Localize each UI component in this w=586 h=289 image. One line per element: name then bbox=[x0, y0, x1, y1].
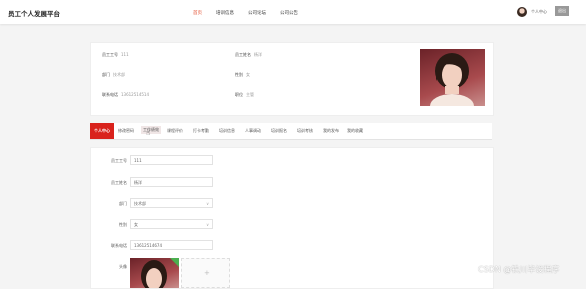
profile-field-gender: 性别女 bbox=[235, 72, 250, 77]
profile-field-position: 职位 主管 bbox=[235, 92, 254, 97]
watermark: CSDN @铁川毕设程序 bbox=[478, 265, 560, 274]
chevron-down-icon: ∨ bbox=[206, 201, 209, 206]
profile-field-department: 部门 技术部 bbox=[102, 72, 125, 77]
logout-button[interactable]: 退出 bbox=[555, 6, 569, 16]
profile-photo bbox=[420, 49, 485, 106]
tab-user-center[interactable]: 个人中心 bbox=[90, 123, 114, 139]
form-label-department: 部门 bbox=[119, 201, 127, 206]
user-center-link[interactable]: 个人中心 bbox=[531, 9, 547, 15]
tab-change-password[interactable]: 修改密码 bbox=[118, 128, 134, 134]
nav-forum[interactable]: 公司论坛 bbox=[248, 10, 266, 16]
employee-id-input[interactable]: 111 bbox=[130, 155, 213, 165]
portrait-image bbox=[430, 53, 474, 106]
profile-field-phone: 联系电话 13612514514 bbox=[102, 92, 149, 97]
tab-bar: 个人中心 修改密码 工作绩效 课程评价 打卡考勤 培训信息 人事调动 培训报名 … bbox=[90, 123, 492, 140]
name-input[interactable]: 杨洋 bbox=[130, 177, 213, 187]
nav-notice[interactable]: 公司公告 bbox=[280, 10, 298, 16]
form-label-name: 员工姓名 bbox=[111, 180, 127, 185]
form-label-phone: 联系电话 bbox=[111, 243, 127, 248]
avatar-upload-button[interactable]: + bbox=[181, 258, 230, 288]
tab-training-exam[interactable]: 培训考核 bbox=[297, 128, 313, 134]
tab-training-info[interactable]: 培训信息 bbox=[219, 128, 235, 134]
gender-select[interactable]: 女 ∨ bbox=[130, 219, 213, 229]
nav-training[interactable]: 培训信息 bbox=[216, 10, 234, 16]
form-label-avatar: 头像 bbox=[119, 264, 127, 269]
profile-field-employee-id: 员工工号 111 bbox=[102, 52, 129, 57]
nav-home[interactable]: 首页 bbox=[193, 10, 202, 16]
top-header: 员工个人发展平台 首页 培训信息 公司论坛 公司公告 个人中心 退出 bbox=[0, 0, 586, 24]
department-select[interactable]: 技术部 ∨ bbox=[130, 198, 213, 208]
tab-my-posts[interactable]: 我的发布 bbox=[323, 128, 339, 134]
phone-input[interactable]: 13612514674 bbox=[130, 240, 213, 250]
chevron-down-icon: ∨ bbox=[206, 222, 209, 227]
form-label-gender: 性别 bbox=[119, 222, 127, 227]
brand-title: 员工个人发展平台 bbox=[8, 10, 60, 18]
tab-performance[interactable]: 工作绩效 bbox=[141, 126, 161, 134]
avatar[interactable] bbox=[517, 7, 527, 17]
upload-success-icon bbox=[170, 258, 179, 267]
profile-field-name: 员工姓名 杨洋 bbox=[235, 52, 262, 57]
tab-transfer[interactable]: 人事调动 bbox=[245, 128, 261, 134]
plus-icon: + bbox=[204, 269, 210, 277]
tab-training-signup[interactable]: 培训报名 bbox=[271, 128, 287, 134]
tab-attendance[interactable]: 打卡考勤 bbox=[193, 128, 209, 134]
cursor-icon: ☝ bbox=[146, 129, 151, 137]
tab-course-review[interactable]: 课程评价 bbox=[167, 128, 183, 134]
tab-my-favorites[interactable]: 我的收藏 bbox=[347, 128, 363, 134]
form-label-employee-id: 员工工号 bbox=[111, 158, 127, 163]
main-nav: 首页 培训信息 公司论坛 公司公告 bbox=[193, 10, 312, 16]
